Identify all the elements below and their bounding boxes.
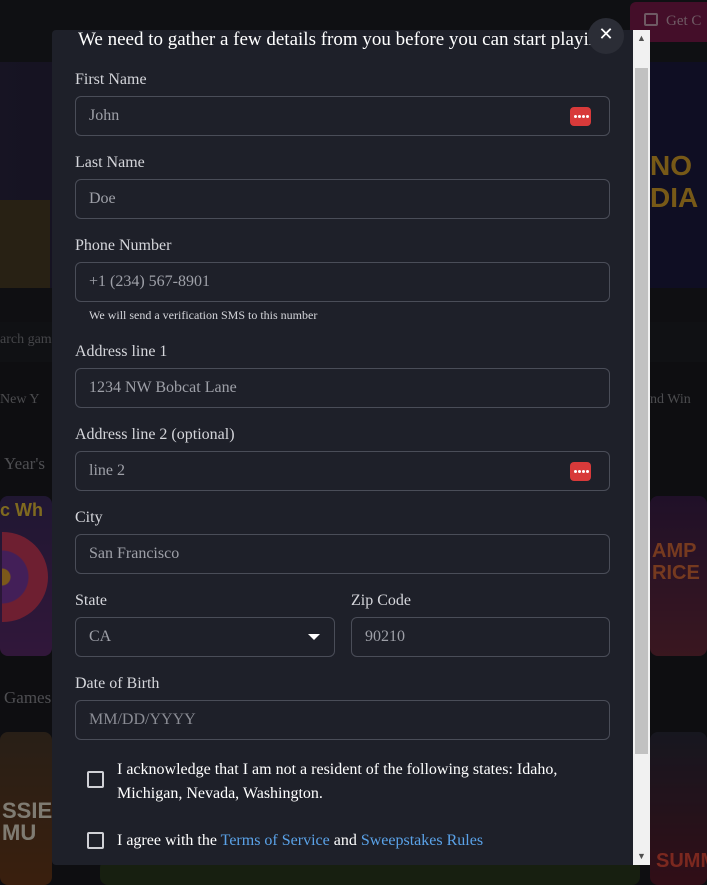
last-name-label: Last Name: [75, 154, 145, 171]
first-name-label: First Name: [75, 71, 147, 88]
scroll-down-arrow-icon[interactable]: ▼: [633, 848, 650, 865]
city-field[interactable]: San Francisco: [75, 534, 610, 574]
password-manager-icon[interactable]: [570, 462, 591, 481]
address-line-1-field[interactable]: 1234 NW Bobcat Lane: [75, 368, 610, 408]
close-button[interactable]: ✕: [588, 18, 624, 54]
last-name-field[interactable]: Doe: [75, 179, 610, 219]
acknowledge-checkbox[interactable]: [87, 771, 104, 788]
agree-terms-text: I agree with the Terms of Service and Sw…: [117, 832, 484, 849]
terms-of-service-link[interactable]: Terms of Service: [221, 832, 330, 849]
modal-intro-text: We need to gather a few details from you…: [78, 29, 608, 50]
date-of-birth-field[interactable]: MM/DD/YYYY: [75, 700, 610, 740]
close-icon: ✕: [598, 24, 614, 45]
zip-code-label: Zip Code: [351, 592, 411, 609]
phone-field[interactable]: +1 (234) 567-8901: [75, 262, 610, 302]
address-line-2-field[interactable]: line 2: [75, 451, 610, 491]
state-label: State: [75, 592, 107, 609]
state-select[interactable]: CA: [75, 617, 335, 657]
scrollbar-thumb[interactable]: [635, 68, 648, 754]
chevron-down-icon: [308, 634, 320, 640]
password-manager-icon[interactable]: [570, 107, 591, 126]
scroll-up-arrow-icon[interactable]: ▲: [633, 30, 650, 47]
first-name-field[interactable]: John: [75, 96, 610, 136]
sweepstakes-rules-link[interactable]: Sweepstakes Rules: [361, 832, 483, 849]
phone-label: Phone Number: [75, 237, 172, 254]
city-label: City: [75, 509, 103, 526]
acknowledge-text: I acknowledge that I am not a resident o…: [117, 761, 558, 802]
phone-hint: We will send a verification SMS to this …: [89, 308, 318, 322]
agree-terms-checkbox[interactable]: [87, 832, 104, 849]
zip-code-field[interactable]: 90210: [351, 617, 610, 657]
date-of-birth-label: Date of Birth: [75, 675, 160, 692]
address-line-2-label: Address line 2 (optional): [75, 426, 235, 443]
address-line-1-label: Address line 1: [75, 343, 168, 360]
